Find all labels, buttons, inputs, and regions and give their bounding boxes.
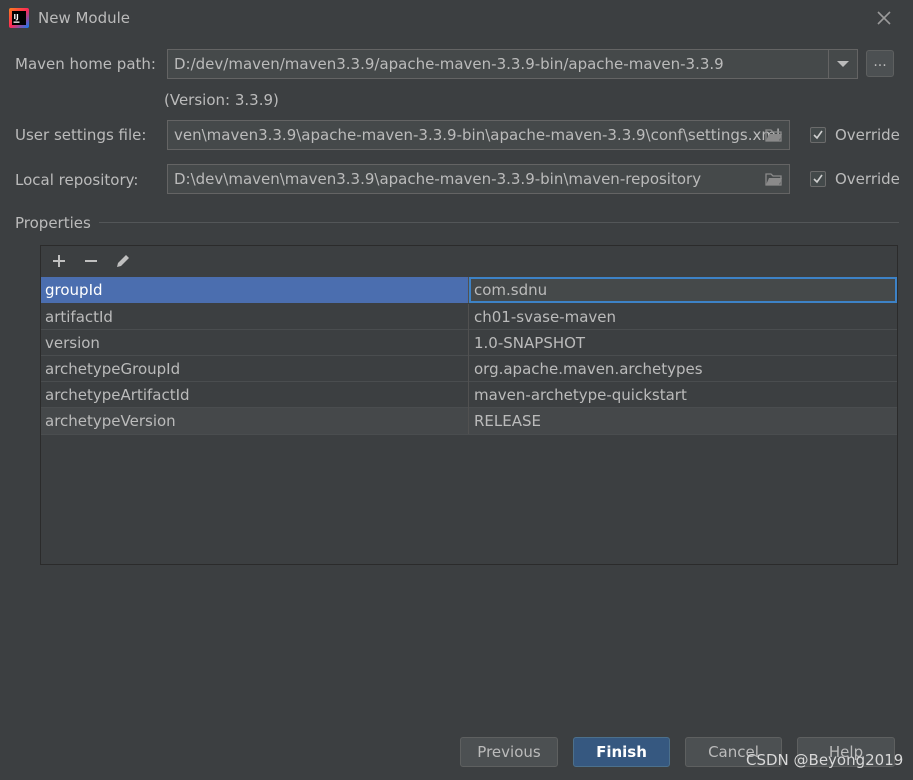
table-row[interactable]: archetypeVersion RELEASE	[41, 408, 897, 435]
previous-button[interactable]: Previous	[460, 737, 558, 767]
user-settings-override-checkbox[interactable]	[810, 127, 826, 143]
user-settings-field[interactable]: ven\maven3.3.9\apache-maven-3.3.9-bin\ap…	[167, 120, 790, 150]
finish-button[interactable]: Finish	[573, 737, 670, 767]
property-value-editor[interactable]: com.sdnu	[469, 277, 897, 303]
property-key[interactable]: archetypeGroupId	[41, 356, 469, 382]
table-row[interactable]: archetypeGroupId org.apache.maven.archet…	[41, 356, 897, 382]
table-row[interactable]: version 1.0-SNAPSHOT	[41, 330, 897, 356]
user-settings-value: ven\maven3.3.9\apache-maven-3.3.9-bin\ap…	[174, 126, 781, 144]
watermark-text: CSDN @Beyong2019	[746, 751, 904, 769]
property-value[interactable]: RELEASE	[469, 408, 897, 434]
table-row[interactable]: groupId com.sdnu	[41, 277, 897, 303]
title-bar: IJ New Module	[0, 0, 913, 36]
property-key[interactable]: artifactId	[41, 304, 469, 330]
property-value[interactable]: maven-archetype-quickstart	[469, 382, 897, 408]
chevron-down-icon[interactable]	[828, 50, 857, 78]
local-repository-value: D:\dev\maven\maven3.3.9\apache-maven-3.3…	[174, 170, 702, 188]
local-repository-override-label: Override	[835, 170, 900, 188]
folder-icon[interactable]	[765, 127, 783, 143]
folder-icon[interactable]	[765, 171, 783, 187]
property-key[interactable]: version	[41, 330, 469, 356]
local-repository-field[interactable]: D:\dev\maven\maven3.3.9\apache-maven-3.3…	[167, 164, 790, 194]
maven-home-combobox[interactable]: D:/dev/maven/maven3.3.9/apache-maven-3.3…	[167, 49, 858, 79]
add-icon[interactable]	[47, 249, 71, 273]
edit-pencil-icon[interactable]	[111, 249, 135, 273]
window-title: New Module	[38, 9, 131, 27]
user-settings-label: User settings file:	[15, 126, 147, 144]
browse-maven-home-button[interactable]: ...	[866, 50, 894, 77]
intellij-idea-icon: IJ	[9, 8, 29, 28]
property-value[interactable]: org.apache.maven.archetypes	[469, 356, 897, 382]
property-value[interactable]: 1.0-SNAPSHOT	[469, 330, 897, 356]
local-repository-override-checkbox[interactable]	[810, 171, 826, 187]
local-repository-label: Local repository:	[15, 171, 139, 189]
close-icon[interactable]	[872, 6, 896, 30]
table-row[interactable]: artifactId ch01-svase-maven	[41, 304, 897, 330]
table-row[interactable]: archetypeArtifactId maven-archetype-quic…	[41, 382, 897, 408]
properties-title: Properties	[15, 214, 91, 232]
property-key[interactable]: groupId	[41, 277, 469, 303]
maven-version-text: (Version: 3.3.9)	[164, 91, 279, 109]
property-value[interactable]: ch01-svase-maven	[469, 304, 897, 330]
properties-separator	[99, 222, 899, 223]
remove-icon[interactable]	[79, 249, 103, 273]
svg-text:IJ: IJ	[14, 13, 19, 21]
maven-home-value: D:/dev/maven/maven3.3.9/apache-maven-3.3…	[174, 55, 724, 73]
property-key[interactable]: archetypeVersion	[41, 408, 469, 434]
property-key[interactable]: archetypeArtifactId	[41, 382, 469, 408]
maven-home-label: Maven home path:	[15, 55, 156, 73]
properties-table: groupId com.sdnu artifactId ch01-svase-m…	[40, 245, 898, 565]
user-settings-override-label: Override	[835, 126, 900, 144]
